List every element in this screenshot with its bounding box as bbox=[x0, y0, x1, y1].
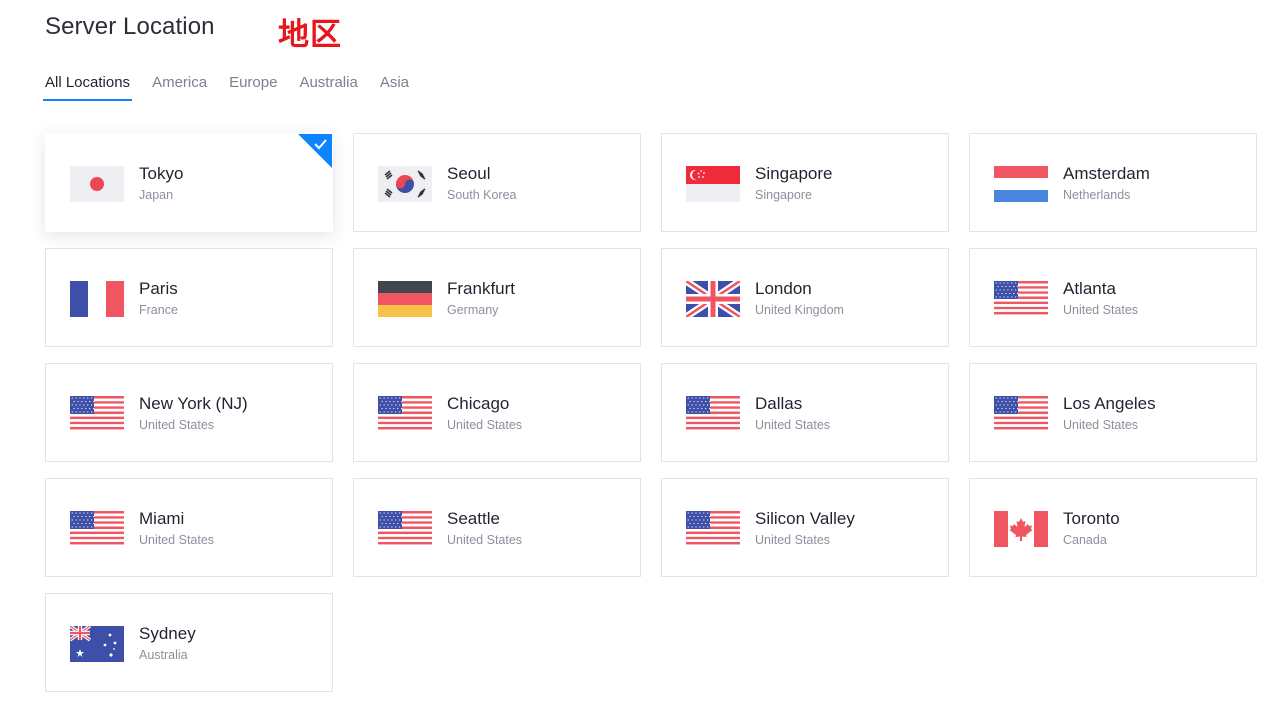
region-annotation: 地区 bbox=[278, 17, 342, 52]
country-name: United Kingdom bbox=[755, 303, 844, 317]
location-card-chicago[interactable]: Chicago United States bbox=[353, 363, 641, 462]
germany-flag-icon bbox=[378, 281, 432, 317]
country-name: United States bbox=[139, 533, 215, 547]
singapore-flag-icon bbox=[686, 166, 740, 202]
country-name: France bbox=[139, 303, 178, 317]
usa-flag-icon bbox=[994, 396, 1048, 430]
country-name: United States bbox=[1063, 418, 1139, 432]
location-card-atlanta[interactable]: Atlanta United States bbox=[969, 248, 1257, 347]
city-name: Toronto bbox=[1063, 509, 1120, 528]
location-tabs: All Locations America Europe Australia A… bbox=[42, 72, 431, 101]
location-card-singapore[interactable]: Singapore Singapore bbox=[661, 133, 949, 232]
location-card-dallas[interactable]: Dallas United States bbox=[661, 363, 949, 462]
city-name: Miami bbox=[139, 509, 185, 528]
country-name: United States bbox=[447, 418, 523, 432]
tab-america[interactable]: America bbox=[152, 72, 207, 100]
location-card-new-york[interactable]: New York (NJ) United States bbox=[45, 363, 333, 462]
city-name: Tokyo bbox=[139, 164, 184, 183]
city-name: Singapore bbox=[755, 164, 833, 183]
country-name: Australia bbox=[139, 648, 188, 662]
japan-flag-icon bbox=[70, 166, 124, 202]
location-card-seattle[interactable]: Seattle United States bbox=[353, 478, 641, 577]
tab-australia[interactable]: Australia bbox=[299, 72, 357, 100]
city-name: London bbox=[755, 279, 812, 298]
location-card-toronto[interactable]: Toronto Canada bbox=[969, 478, 1257, 577]
usa-flag-icon bbox=[70, 511, 124, 545]
location-card-seoul[interactable]: Seoul South Korea bbox=[353, 133, 641, 232]
tab-asia[interactable]: Asia bbox=[380, 72, 409, 100]
usa-flag-icon bbox=[378, 511, 432, 545]
city-name: Frankfurt bbox=[447, 279, 516, 298]
usa-flag-icon bbox=[994, 281, 1048, 315]
tab-all-locations[interactable]: All Locations bbox=[42, 72, 133, 101]
country-name: Germany bbox=[447, 303, 499, 317]
city-name: Atlanta bbox=[1063, 279, 1116, 298]
location-card-sydney[interactable]: Sydney Australia bbox=[45, 593, 333, 692]
city-name: Sydney bbox=[139, 624, 196, 643]
netherlands-flag-icon bbox=[994, 166, 1048, 202]
canada-flag-icon bbox=[994, 511, 1048, 547]
location-card-amsterdam[interactable]: Amsterdam Netherlands bbox=[969, 133, 1257, 232]
location-card-london[interactable]: London United Kingdom bbox=[661, 248, 949, 347]
location-card-tokyo[interactable]: Tokyo Japan bbox=[45, 133, 333, 232]
page-title: Server Location bbox=[45, 13, 215, 40]
city-name: Silicon Valley bbox=[755, 509, 855, 528]
location-card-miami[interactable]: Miami United States bbox=[45, 478, 333, 577]
country-name: United States bbox=[447, 533, 523, 547]
location-card-silicon-valley[interactable]: Silicon Valley United States bbox=[661, 478, 949, 577]
country-name: Netherlands bbox=[1063, 188, 1131, 202]
location-card-los-angeles[interactable]: Los Angeles United States bbox=[969, 363, 1257, 462]
uk-flag-icon bbox=[686, 281, 740, 317]
usa-flag-icon bbox=[378, 396, 432, 430]
usa-flag-icon bbox=[686, 396, 740, 430]
country-name: United States bbox=[139, 418, 215, 432]
country-name: South Korea bbox=[447, 188, 517, 202]
city-name: Seoul bbox=[447, 164, 491, 183]
australia-flag-icon bbox=[70, 626, 124, 662]
location-card-frankfurt[interactable]: Frankfurt Germany bbox=[353, 248, 641, 347]
location-card-paris[interactable]: Paris France bbox=[45, 248, 333, 347]
tab-europe[interactable]: Europe bbox=[229, 72, 277, 100]
usa-flag-icon bbox=[70, 396, 124, 430]
south-korea-flag-icon bbox=[378, 166, 432, 202]
city-name: New York (NJ) bbox=[139, 394, 248, 413]
city-name: Paris bbox=[139, 279, 178, 298]
selected-check-icon bbox=[298, 134, 332, 168]
city-name: Dallas bbox=[755, 394, 803, 413]
usa-flag-icon bbox=[686, 511, 740, 545]
city-name: Chicago bbox=[447, 394, 510, 413]
city-name: Amsterdam bbox=[1063, 164, 1150, 183]
country-name: Japan bbox=[139, 188, 174, 202]
city-name: Seattle bbox=[447, 509, 500, 528]
country-name: United States bbox=[1063, 303, 1139, 317]
country-name: United States bbox=[755, 418, 831, 432]
france-flag-icon bbox=[70, 281, 124, 317]
country-name: Canada bbox=[1063, 533, 1107, 547]
location-grid: Tokyo Japan Seoul South Korea Singapore … bbox=[45, 133, 1257, 692]
city-name: Los Angeles bbox=[1063, 394, 1156, 413]
country-name: Singapore bbox=[755, 188, 812, 202]
country-name: United States bbox=[755, 533, 831, 547]
